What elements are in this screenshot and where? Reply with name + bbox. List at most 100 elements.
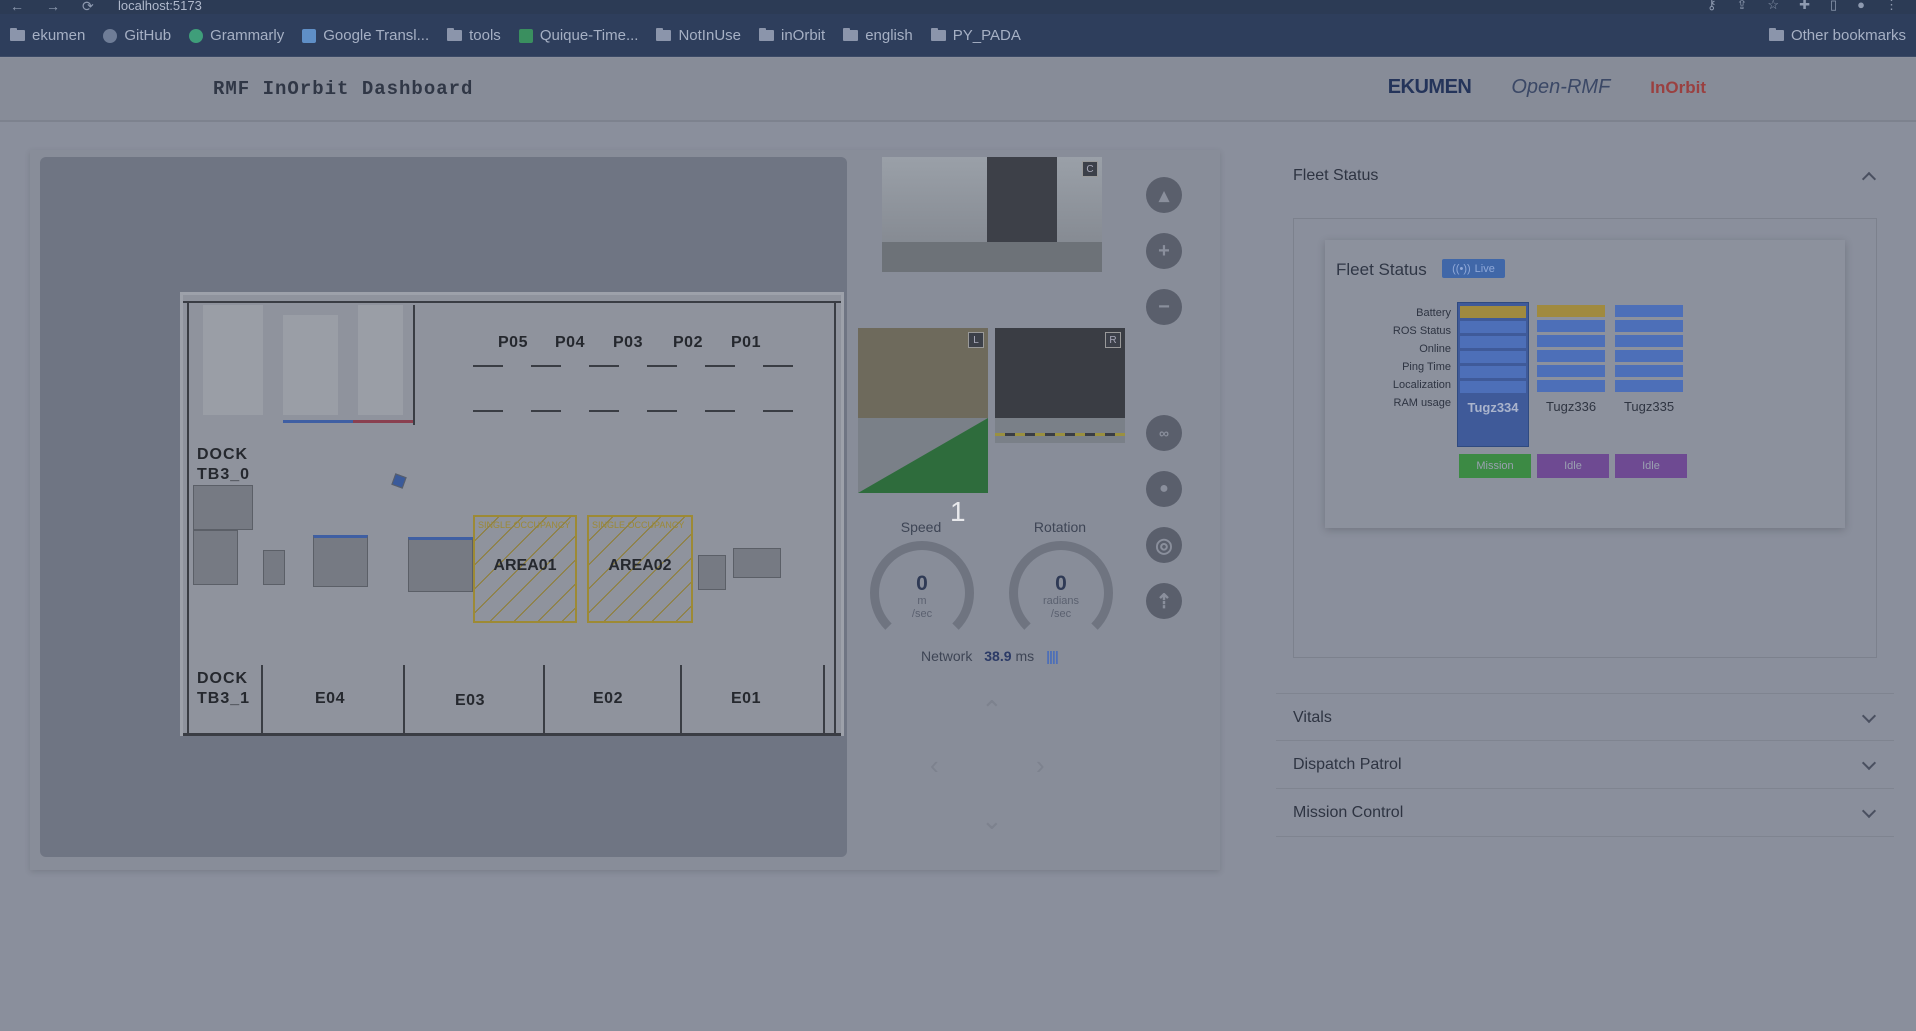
locate-button[interactable]: ◎ bbox=[1146, 527, 1182, 563]
vitals-accordion[interactable]: Vitals bbox=[1276, 693, 1894, 741]
browser-toolbar: ⚷ ⇪ ☆ ✚ ▯ ● ⋮ bbox=[1707, 0, 1898, 13]
dock-tb3-1: DOCK TB3_1 bbox=[197, 670, 251, 707]
browser-nav-buttons: ← → ⟳ bbox=[10, 0, 94, 15]
ram-indicator bbox=[1537, 380, 1605, 392]
chevron-up-icon bbox=[1861, 171, 1877, 187]
ping-indicator bbox=[1537, 350, 1605, 362]
dpad-left-icon[interactable]: ‹ bbox=[930, 750, 939, 781]
battery-indicator bbox=[1460, 306, 1526, 318]
bay-e01: E01 bbox=[731, 690, 761, 707]
path-shape bbox=[858, 418, 988, 493]
ros-status-indicator bbox=[1537, 320, 1605, 332]
back-icon[interactable]: ← bbox=[10, 0, 24, 15]
fleet-status-accordion[interactable]: Fleet Status bbox=[1276, 152, 1894, 200]
camera-left[interactable]: L bbox=[858, 328, 988, 493]
sheets-icon bbox=[518, 28, 533, 43]
shelf-block bbox=[203, 305, 263, 415]
camera-center[interactable]: C bbox=[882, 157, 1102, 272]
localization-indicator bbox=[1615, 365, 1683, 377]
zoom-in-button[interactable]: + bbox=[1146, 233, 1182, 269]
share-icon[interactable]: ⇪ bbox=[1737, 0, 1748, 13]
key-icon[interactable]: ⚷ bbox=[1707, 0, 1717, 13]
menu-icon[interactable]: ⋮ bbox=[1885, 0, 1898, 13]
partner-logos: EKUMEN Open-RMF InOrbit bbox=[1388, 76, 1706, 99]
ping-indicator bbox=[1460, 351, 1526, 363]
bookmark-inorbit[interactable]: inOrbit bbox=[759, 27, 825, 44]
obstacle bbox=[313, 535, 368, 587]
bay-e03: E03 bbox=[455, 692, 485, 709]
bookmark-english[interactable]: english bbox=[843, 27, 913, 44]
translate-icon bbox=[302, 28, 317, 43]
inorbit-logo: InOrbit bbox=[1650, 77, 1706, 97]
state-chip-tugz335[interactable]: Idle bbox=[1615, 454, 1687, 478]
bookmark-grammarly[interactable]: Grammarly bbox=[189, 27, 284, 44]
robot-marker[interactable] bbox=[391, 473, 407, 489]
localization-indicator bbox=[1537, 365, 1605, 377]
mission-control-accordion[interactable]: Mission Control bbox=[1276, 789, 1894, 837]
floor-plan[interactable]: P05 P04 P03 P02 P01 DOCK TB3_0 DOCK TB3_1 … bbox=[180, 292, 844, 736]
extensions-icon[interactable]: ✚ bbox=[1799, 0, 1810, 13]
reload-icon[interactable]: ⟳ bbox=[82, 0, 94, 15]
profile-icon[interactable]: ● bbox=[1857, 0, 1865, 13]
folder-icon bbox=[656, 28, 672, 41]
area-02[interactable]: SINGLE OCCUPANCY AREA02 bbox=[587, 515, 693, 623]
rotation-label: Rotation bbox=[1033, 519, 1087, 535]
forward-icon[interactable]: → bbox=[46, 0, 60, 15]
robot-column-tugz336[interactable]: Tugz336 bbox=[1535, 302, 1607, 418]
camera-right[interactable]: R bbox=[995, 328, 1125, 443]
pin-icon: ● bbox=[1159, 480, 1169, 497]
ros-status-indicator bbox=[1460, 321, 1526, 333]
upload-button[interactable]: ⇡ bbox=[1146, 583, 1182, 619]
robot-column-tugz335[interactable]: Tugz335 bbox=[1613, 302, 1685, 418]
dock-tb3-0: DOCK TB3_0 bbox=[197, 446, 251, 483]
dispatch-patrol-accordion[interactable]: Dispatch Patrol bbox=[1276, 741, 1894, 789]
dpad-down-icon[interactable]: ⌄ bbox=[981, 805, 1003, 836]
zoom-out-button[interactable]: − bbox=[1146, 289, 1182, 325]
wall bbox=[413, 305, 415, 425]
target-icon: ◎ bbox=[1155, 534, 1173, 557]
network-status: Network 38.9 ms |||| bbox=[921, 648, 1059, 664]
parking-p03: P03 bbox=[613, 334, 643, 351]
link-button[interactable]: ∞ bbox=[1146, 415, 1182, 451]
bookmark-py-pada[interactable]: PY_PADA bbox=[930, 27, 1021, 44]
upload-icon: ⇡ bbox=[1155, 590, 1173, 613]
robot-column-tugz334[interactable]: Tugz334 bbox=[1457, 302, 1529, 447]
navigation-icon: ▴ bbox=[1158, 184, 1170, 207]
dpad-up-icon[interactable]: ⌃ bbox=[981, 695, 1003, 726]
bookmark-tools[interactable]: tools bbox=[447, 27, 501, 44]
bookmark-github[interactable]: GitHub bbox=[103, 27, 171, 44]
folder-icon bbox=[1768, 28, 1784, 41]
state-chip-tugz336[interactable]: Idle bbox=[1537, 454, 1609, 478]
folder-icon bbox=[759, 28, 774, 41]
parking-p01: P01 bbox=[731, 334, 761, 351]
online-indicator bbox=[1460, 336, 1526, 348]
bookmark-quique-time[interactable]: Quique-Time... bbox=[518, 27, 638, 44]
other-bookmarks[interactable]: Other bookmarks bbox=[1768, 27, 1906, 44]
compass-button[interactable]: ▴ bbox=[1146, 177, 1182, 213]
chevron-down-icon bbox=[1861, 803, 1877, 819]
bookmark-google-translate[interactable]: Google Transl... bbox=[302, 27, 429, 44]
github-icon bbox=[103, 28, 118, 43]
grammarly-icon bbox=[189, 28, 204, 43]
dpad-right-icon[interactable]: › bbox=[1036, 750, 1045, 781]
speed-value: 0 bbox=[916, 572, 928, 595]
bookmark-ekumen[interactable]: ekumen bbox=[10, 27, 85, 44]
star-icon[interactable]: ☆ bbox=[1767, 0, 1779, 13]
address-bar[interactable]: localhost:5173 bbox=[118, 0, 202, 13]
fleet-status-card: Fleet Status ((•)) Live Battery ROS Statu… bbox=[1325, 240, 1845, 528]
folder-icon bbox=[843, 28, 859, 41]
open-rmf-logo: Open-RMF bbox=[1511, 76, 1611, 98]
wall bbox=[183, 733, 841, 736]
waypoint-button[interactable]: ● bbox=[1146, 471, 1182, 507]
minus-icon: − bbox=[1158, 295, 1170, 318]
wall bbox=[187, 301, 189, 733]
area-01[interactable]: SINGLE OCCUPANCY AREA01 bbox=[473, 515, 577, 623]
live-badge: ((•)) Live bbox=[1442, 259, 1505, 278]
obstacle bbox=[698, 555, 726, 590]
floor-marking bbox=[995, 433, 1125, 436]
sidebar-icon[interactable]: ▯ bbox=[1830, 0, 1837, 13]
wall bbox=[680, 665, 682, 733]
parking-line bbox=[473, 410, 803, 412]
state-chip-tugz334[interactable]: Mission bbox=[1459, 454, 1531, 478]
bookmark-notinuse[interactable]: NotInUse bbox=[656, 27, 741, 44]
